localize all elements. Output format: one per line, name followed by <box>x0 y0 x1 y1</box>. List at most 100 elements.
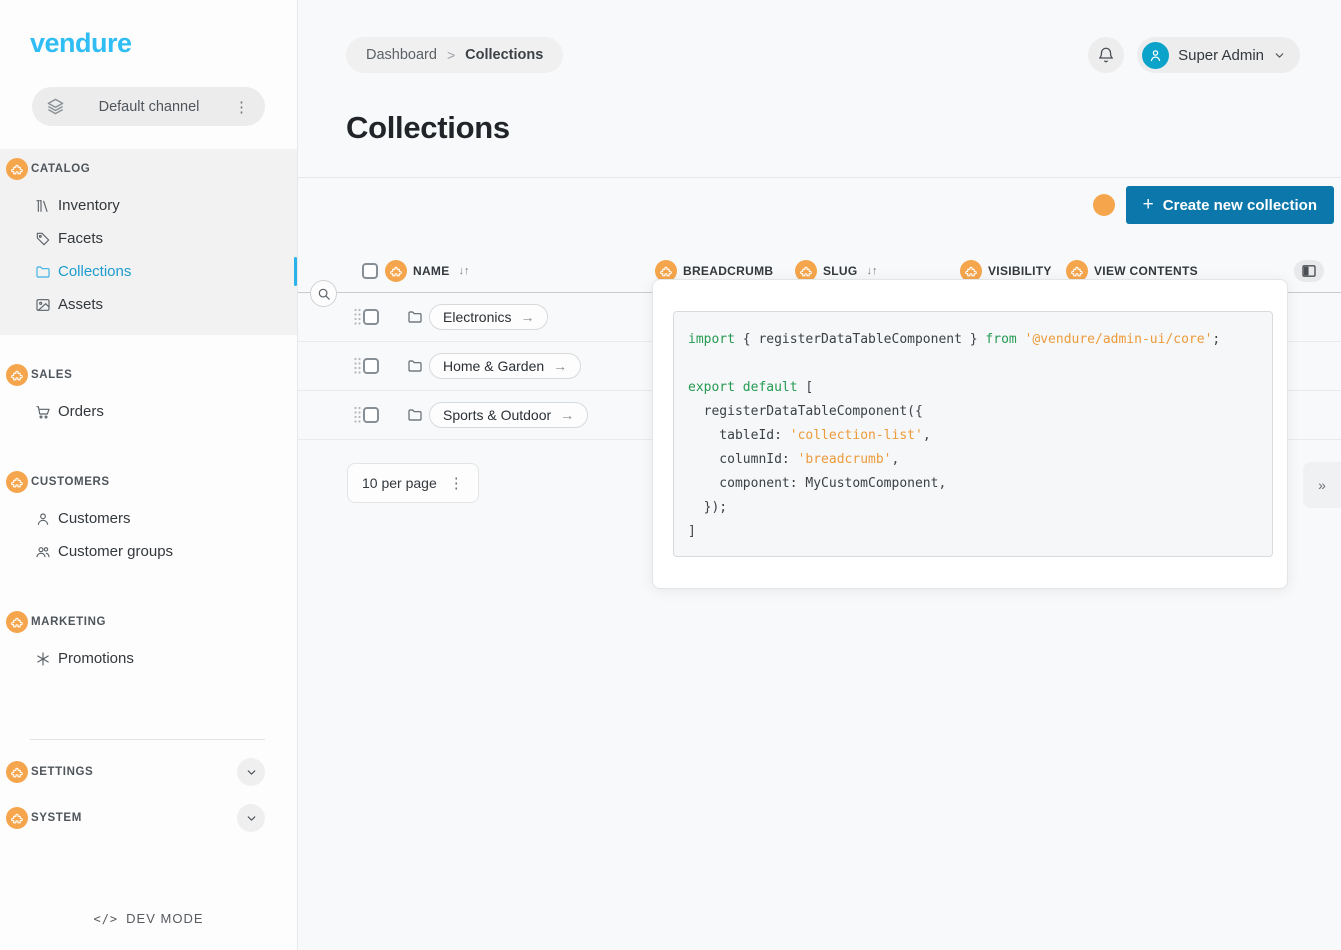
section-toggle-settings[interactable] <box>237 758 265 786</box>
image-icon <box>34 296 51 313</box>
user-icon <box>34 510 51 527</box>
plugin-badge-icon <box>385 260 407 282</box>
collection-chip-electronics[interactable]: Electronics → <box>429 304 548 330</box>
plugin-badge-icon <box>6 761 28 783</box>
cart-icon <box>34 403 51 420</box>
arrow-right-icon: → <box>553 358 567 374</box>
sidebar-item-customers[interactable]: Customers <box>0 502 297 535</box>
sidebar-item-inventory[interactable]: Inventory <box>0 189 297 222</box>
columns-icon <box>1302 265 1316 277</box>
vendure-logo: vendure <box>0 0 297 59</box>
plugin-badge-icon <box>1093 194 1115 216</box>
sidebar-section-header-catalog: CATALOG <box>0 157 297 181</box>
user-name: Super Admin <box>1178 47 1264 64</box>
kebab-vertical-icon[interactable]: ⋮ <box>232 98 251 116</box>
arrow-right-icon: → <box>560 407 574 423</box>
layers-icon <box>46 97 66 117</box>
create-new-collection-button[interactable]: + Create new collection <box>1126 186 1334 224</box>
code-line: component: MyCustomComponent, <box>688 472 1258 496</box>
sidebar-item-orders[interactable]: Orders <box>0 395 297 428</box>
page-actions: + Create new collection <box>1093 186 1334 224</box>
sidebar-section-settings: SETTINGS <box>0 758 297 786</box>
folder-icon <box>407 309 423 325</box>
sidebar-item-label: Assets <box>58 296 103 313</box>
sort-icon[interactable]: ↓↑ <box>867 265 878 277</box>
sidebar-item-facets[interactable]: Facets <box>0 222 297 255</box>
breadcrumb-separator-icon: > <box>447 47 455 63</box>
section-label: MARKETING <box>31 616 106 628</box>
search-button[interactable] <box>310 280 337 307</box>
sidebar-item-label: Facets <box>58 230 103 247</box>
topbar: Dashboard > Collections Super Admin <box>346 37 1300 73</box>
section-items: Customers Customer groups <box>0 502 297 568</box>
code-line: import { registerDataTableComponent } fr… <box>688 328 1258 352</box>
section-label: SYSTEM <box>31 812 82 824</box>
per-page-label: 10 per page <box>362 475 437 491</box>
dev-mode-indicator[interactable]: </> DEV MODE <box>0 911 297 926</box>
folder-icon <box>407 407 423 423</box>
breadcrumb: Dashboard > Collections <box>346 37 563 73</box>
drag-handle[interactable] <box>354 358 361 375</box>
column-label: NAME <box>413 264 450 278</box>
code-line: ] <box>688 520 1258 544</box>
active-item-indicator <box>294 257 297 286</box>
code-line: columnId: 'breadcrumb', <box>688 448 1258 472</box>
sidebar-divider <box>30 739 265 740</box>
per-page-select[interactable]: 10 per page ⋮ <box>347 463 479 503</box>
column-settings-button[interactable] <box>1294 260 1324 282</box>
column-label: SLUG <box>823 264 858 278</box>
collection-chip-home-garden[interactable]: Home & Garden → <box>429 353 581 379</box>
drag-handle[interactable] <box>354 309 361 326</box>
sidebar-item-label: Customer groups <box>58 543 173 560</box>
page-title: Collections <box>346 110 510 146</box>
dev-mode-label: DEV MODE <box>126 911 203 926</box>
sidebar-item-assets[interactable]: Assets <box>0 288 297 321</box>
sidebar-section-catalog: CATALOG Inventory Facets Collections Assets <box>0 149 297 335</box>
collection-name: Electronics <box>443 309 511 325</box>
users-icon <box>34 543 51 560</box>
sidebar-item-promotions[interactable]: Promotions <box>0 642 297 675</box>
plugin-badge-icon <box>6 611 28 633</box>
section-toggle-system[interactable] <box>237 804 265 832</box>
asterisk-icon <box>34 650 51 667</box>
column-label: VIEW CONTENTS <box>1094 264 1198 278</box>
chevron-down-icon <box>245 766 258 779</box>
breadcrumb-dashboard-link[interactable]: Dashboard <box>366 47 437 63</box>
row-checkbox[interactable] <box>363 309 379 325</box>
section-label: SETTINGS <box>31 766 93 778</box>
library-icon <box>34 197 51 214</box>
sidebar-nav-bottom: SETTINGS SYSTEM <box>0 758 297 850</box>
kebab-vertical-icon: ⋮ <box>449 474 464 492</box>
row-checkbox[interactable] <box>363 358 379 374</box>
sidebar: vendure Default channel ⋮ CATALOG Invento… <box>0 0 298 950</box>
arrow-right-icon: → <box>520 309 534 325</box>
row-checkbox[interactable] <box>363 407 379 423</box>
collection-chip-sports-outdoor[interactable]: Sports & Outdoor→ <box>429 402 588 428</box>
sidebar-item-customer-groups[interactable]: Customer groups <box>0 535 297 568</box>
collection-name: Home & Garden <box>443 358 544 374</box>
header-divider <box>298 177 1341 178</box>
code-block: import { registerDataTableComponent } fr… <box>673 311 1273 557</box>
plugin-badge-icon <box>6 158 28 180</box>
drag-handle[interactable] <box>354 407 361 424</box>
plugin-badge-icon <box>6 471 28 493</box>
dev-mode-code-popover: import { registerDataTableComponent } fr… <box>652 279 1288 589</box>
breadcrumb-current: Collections <box>465 47 543 63</box>
sidebar-section-system: SYSTEM <box>0 804 297 832</box>
folder-icon <box>34 263 51 280</box>
avatar <box>1142 42 1169 69</box>
code-line: }); <box>688 496 1258 520</box>
select-all-checkbox[interactable] <box>362 263 378 279</box>
column-label: VISIBILITY <box>988 264 1052 278</box>
column-header-name: NAME ↓↑ <box>362 260 470 282</box>
sidebar-item-label: Inventory <box>58 197 120 214</box>
user-menu[interactable]: Super Admin <box>1137 37 1300 73</box>
sidebar-section-header-customers: CUSTOMERS <box>0 470 297 494</box>
sidebar-item-collections[interactable]: Collections <box>0 255 297 288</box>
channel-selector[interactable]: Default channel ⋮ <box>32 87 265 126</box>
plugin-badge-icon <box>6 364 28 386</box>
notifications-button[interactable] <box>1088 37 1124 73</box>
sidebar-section-customers: CUSTOMERS Customers Customer groups <box>0 462 297 582</box>
sort-icon[interactable]: ↓↑ <box>459 265 470 277</box>
next-page-button[interactable]: » <box>1303 462 1341 508</box>
